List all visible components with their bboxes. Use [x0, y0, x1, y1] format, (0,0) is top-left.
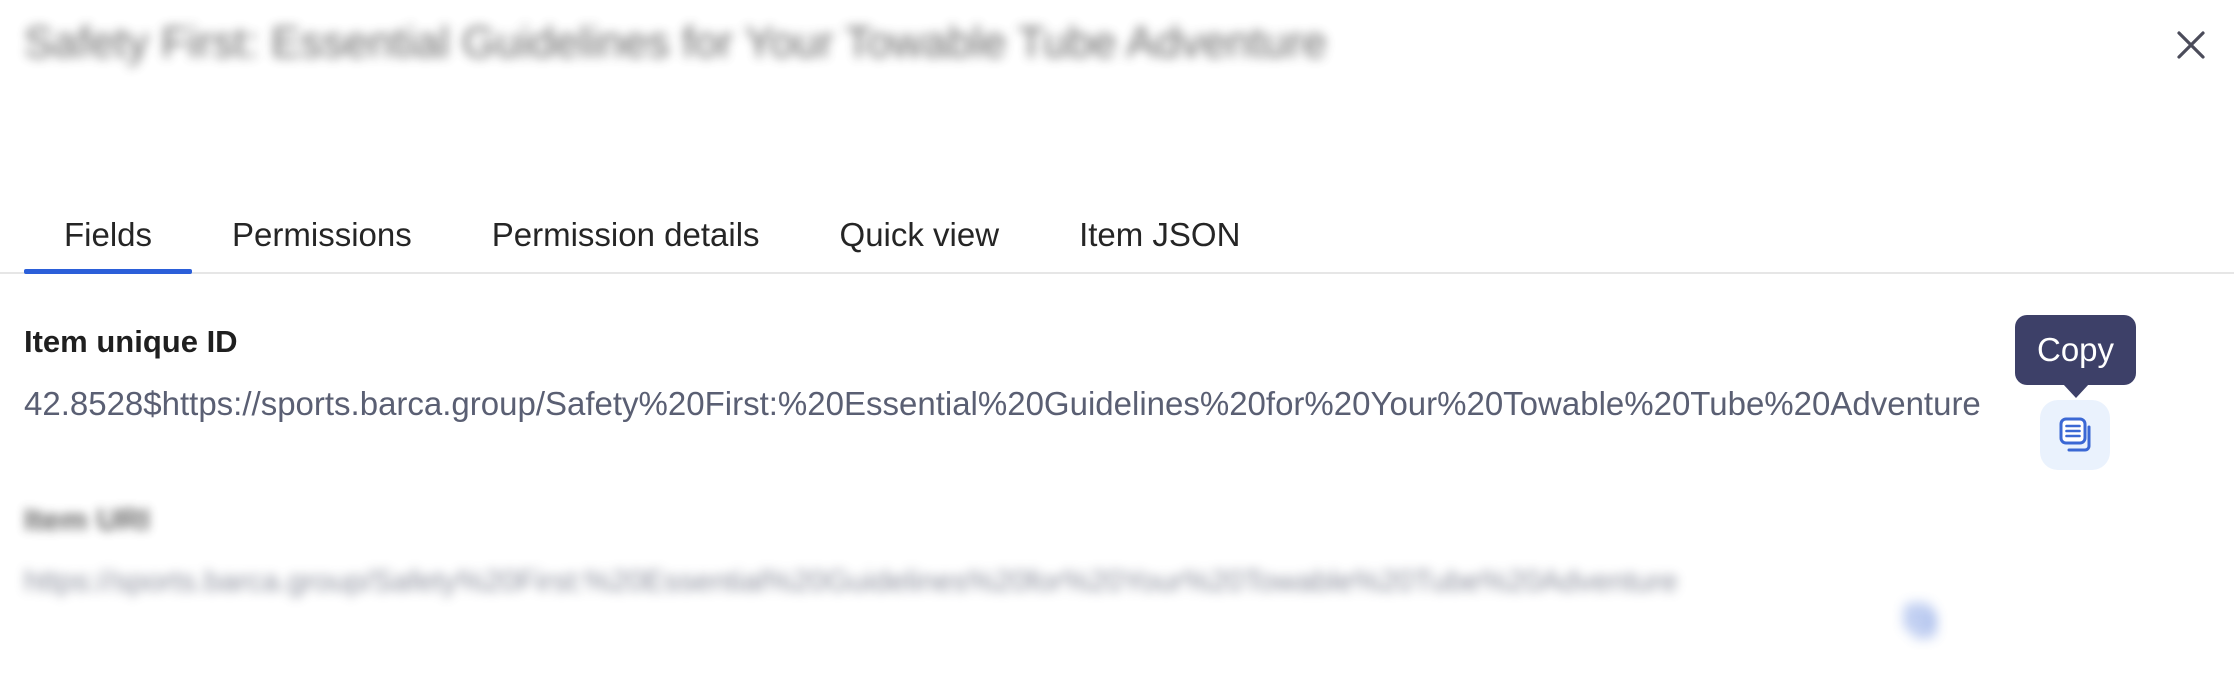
field-value: https://sports.barca.group/Safety%20Firs…	[24, 565, 1678, 598]
field-label: Item unique ID	[24, 324, 238, 359]
copy-icon	[1900, 601, 1940, 641]
tab-permission-details[interactable]: Permission details	[452, 196, 800, 274]
copy-item-uri-button[interactable]	[1886, 587, 1954, 655]
item-details-panel: Safety First: Essential Guidelines for Y…	[0, 0, 2234, 684]
tab-list: Fields Permissions Permission details Qu…	[24, 196, 1280, 274]
page-title: Safety First: Essential Guidelines for Y…	[24, 18, 1327, 67]
copy-tooltip: Copy	[2015, 315, 2137, 385]
tab-label: Fields	[64, 216, 153, 253]
close-button[interactable]	[2161, 15, 2221, 75]
copy-icon	[2054, 414, 2096, 456]
tab-label: Permissions	[232, 216, 412, 253]
tab-label: Quick view	[839, 216, 1000, 253]
tab-fields[interactable]: Fields	[24, 196, 193, 274]
tabbar: Fields Permissions Permission details Qu…	[0, 196, 2234, 274]
tab-label: Permission details	[491, 216, 760, 253]
tab-item-json[interactable]: Item JSON	[1039, 196, 1280, 274]
tab-quick-view[interactable]: Quick view	[800, 196, 1040, 274]
field-value: 42.8528$https://sports.barca.group/Safet…	[24, 385, 1981, 422]
field-label: Item URI	[24, 502, 150, 537]
tab-label: Item JSON	[1079, 216, 1241, 253]
close-icon	[2174, 28, 2208, 62]
copy-item-unique-id-button[interactable]	[2040, 400, 2110, 470]
panel-header: Safety First: Essential Guidelines for Y…	[0, 0, 2234, 118]
tab-permissions[interactable]: Permissions	[192, 196, 452, 274]
